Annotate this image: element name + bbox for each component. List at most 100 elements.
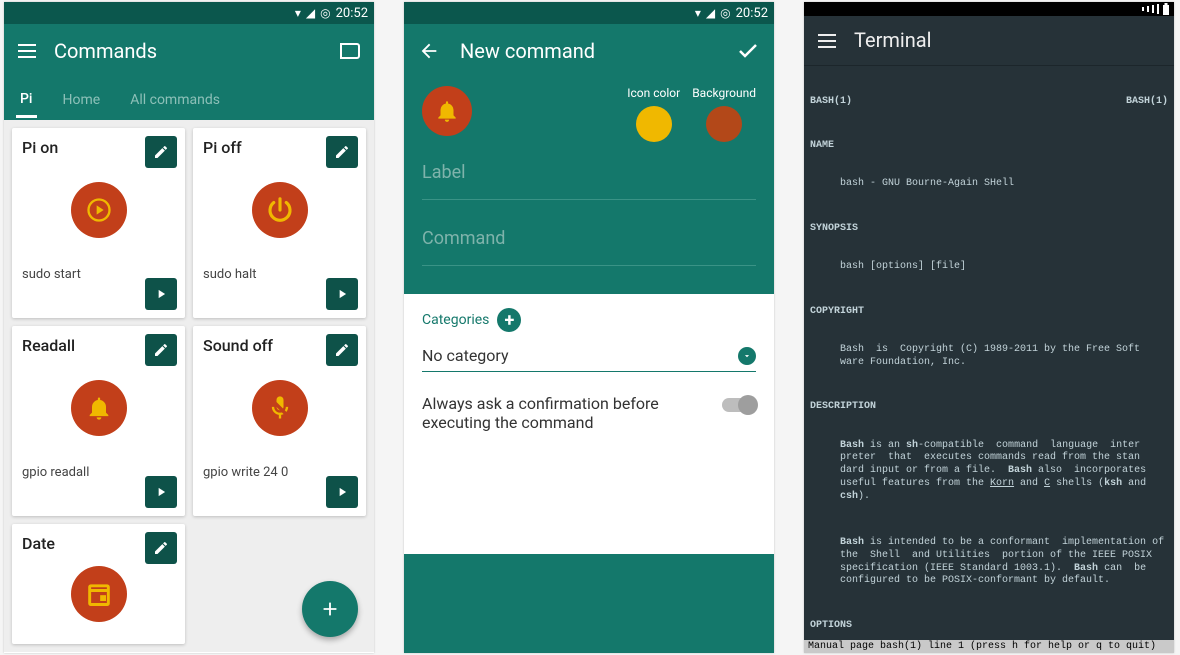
tab-pi[interactable]: Pi xyxy=(16,81,37,118)
chevron-down-icon xyxy=(738,347,756,365)
card-icon-wrap xyxy=(22,157,175,263)
background-color-picker[interactable]: Background xyxy=(692,86,756,142)
power-icon xyxy=(252,182,308,238)
page-title: New command xyxy=(460,39,716,63)
command-placeholder: Command xyxy=(422,228,756,249)
cast-icon[interactable] xyxy=(340,43,360,59)
target-icon: ◎ xyxy=(720,6,730,20)
terminal-body: Terminal BASH(1)BASH(1) NAME bash - GNU … xyxy=(804,16,1174,653)
label-placeholder: Label xyxy=(422,162,756,183)
command-card[interactable]: Date xyxy=(12,524,185,644)
status-bar: ▾ ◢ ◎ 20:52 xyxy=(4,2,374,24)
categories-label: Categories xyxy=(422,312,489,328)
clock: 20:52 xyxy=(336,6,368,21)
run-button[interactable] xyxy=(326,476,358,508)
mic-off-icon xyxy=(252,380,308,436)
background-swatch[interactable] xyxy=(706,106,742,142)
section-description: DESCRIPTION xyxy=(810,401,1168,414)
pencil-icon xyxy=(153,342,169,358)
pencil-icon xyxy=(334,342,350,358)
check-icon[interactable] xyxy=(736,39,760,63)
man-header-left: BASH(1) xyxy=(810,96,852,109)
card-icon-wrap xyxy=(203,355,356,461)
background-label: Background xyxy=(692,86,756,100)
command-card[interactable]: Pi off sudo halt xyxy=(193,128,366,318)
menu-icon[interactable] xyxy=(18,44,36,58)
name-line: bash - GNU Bourne-Again SHell xyxy=(810,178,1168,191)
card-icon-wrap xyxy=(203,157,356,263)
synopsis-line: bash [options] [file] xyxy=(810,261,1168,274)
terminal-footer: Manual page bash(1) line 1 (press h for … xyxy=(804,640,1174,653)
play-icon xyxy=(154,287,168,301)
edit-button[interactable] xyxy=(145,334,177,366)
command-card[interactable]: Pi on sudo start xyxy=(12,128,185,318)
screen-commands: ▾ ◢ ◎ 20:52 Commands Pi Home All command… xyxy=(4,2,374,653)
confirm-toggle-row: Always ask a confirmation before executi… xyxy=(422,394,756,432)
run-button[interactable] xyxy=(145,278,177,310)
back-arrow-icon[interactable] xyxy=(418,40,440,62)
play-icon xyxy=(154,485,168,499)
category-value: No category xyxy=(422,346,509,365)
tab-bar: Pi Home All commands xyxy=(4,78,374,120)
status-bar: ▾ ◢ ◎ 20:52 xyxy=(404,2,774,24)
bell-icon xyxy=(434,98,460,124)
categories-header: Categories + xyxy=(422,308,756,332)
bell-icon xyxy=(71,380,127,436)
wifi-icon: ▾ xyxy=(295,6,301,20)
confirm-toggle[interactable] xyxy=(722,398,756,412)
pencil-icon xyxy=(153,144,169,160)
confirm-label: Always ask a confirmation before executi… xyxy=(422,394,710,432)
edit-button[interactable] xyxy=(326,136,358,168)
screen-terminal: Terminal BASH(1)BASH(1) NAME bash - GNU … xyxy=(804,2,1174,653)
play-circle-icon xyxy=(71,182,127,238)
run-button[interactable] xyxy=(326,278,358,310)
command-card[interactable]: Sound off gpio write 24 0 xyxy=(193,326,366,516)
command-input-block[interactable]: Command xyxy=(404,228,774,266)
icon-color-label: Icon color xyxy=(627,86,680,100)
signal-icon: ◢ xyxy=(306,6,315,20)
icon-color-picker[interactable]: Icon color xyxy=(627,86,680,142)
icon-color-swatch[interactable] xyxy=(636,106,672,142)
target-icon: ◎ xyxy=(320,6,330,20)
menu-icon[interactable] xyxy=(818,34,836,48)
signal-icon: ◢ xyxy=(706,6,715,20)
play-icon xyxy=(335,287,349,301)
desc-p1: Bash is an sh-compatible command languag… xyxy=(810,440,1168,504)
pencil-icon xyxy=(153,540,169,556)
card-icon-wrap xyxy=(22,355,175,461)
status-bar xyxy=(804,2,1174,16)
section-name: NAME xyxy=(810,140,1168,153)
page-title: Terminal xyxy=(854,28,932,54)
battery-icon xyxy=(1162,3,1170,15)
command-icon-preview[interactable] xyxy=(422,86,472,136)
screen-new-command: ▾ ◢ ◎ 20:52 New command Icon color Backg… xyxy=(404,2,774,653)
tab-home[interactable]: Home xyxy=(59,82,105,116)
edit-button[interactable] xyxy=(326,334,358,366)
icon-color-row: Icon color Background xyxy=(404,78,774,162)
page-title: Commands xyxy=(54,39,322,63)
form-toolbar: New command xyxy=(404,24,774,78)
app-toolbar: Commands xyxy=(4,24,374,78)
desc-p2: Bash is intended to be a conformant impl… xyxy=(810,537,1168,588)
tab-all[interactable]: All commands xyxy=(126,82,224,116)
pencil-icon xyxy=(334,144,350,160)
command-card[interactable]: Readall gpio readall xyxy=(12,326,185,516)
calendar-icon xyxy=(71,566,127,622)
form-body: New command Icon color Background Label … xyxy=(404,24,774,653)
edit-button[interactable] xyxy=(145,136,177,168)
wifi-icon: ▾ xyxy=(695,6,701,20)
extras-panel: Categories + No category Always ask a co… xyxy=(404,294,774,554)
run-button[interactable] xyxy=(145,476,177,508)
label-input-block[interactable]: Label xyxy=(404,162,774,200)
edit-button[interactable] xyxy=(145,532,177,564)
add-category-button[interactable]: + xyxy=(497,308,521,332)
command-grid: Pi on sudo start Pi off xyxy=(4,120,374,652)
add-command-fab[interactable] xyxy=(302,581,358,637)
terminal-output[interactable]: BASH(1)BASH(1) NAME bash - GNU Bourne-Ag… xyxy=(804,66,1174,653)
play-icon xyxy=(335,485,349,499)
category-select[interactable]: No category xyxy=(422,342,756,372)
section-options: OPTIONS xyxy=(810,620,1168,633)
section-copyright: COPYRIGHT xyxy=(810,306,1168,319)
section-synopsis: SYNOPSIS xyxy=(810,223,1168,236)
terminal-toolbar: Terminal xyxy=(804,16,1174,66)
